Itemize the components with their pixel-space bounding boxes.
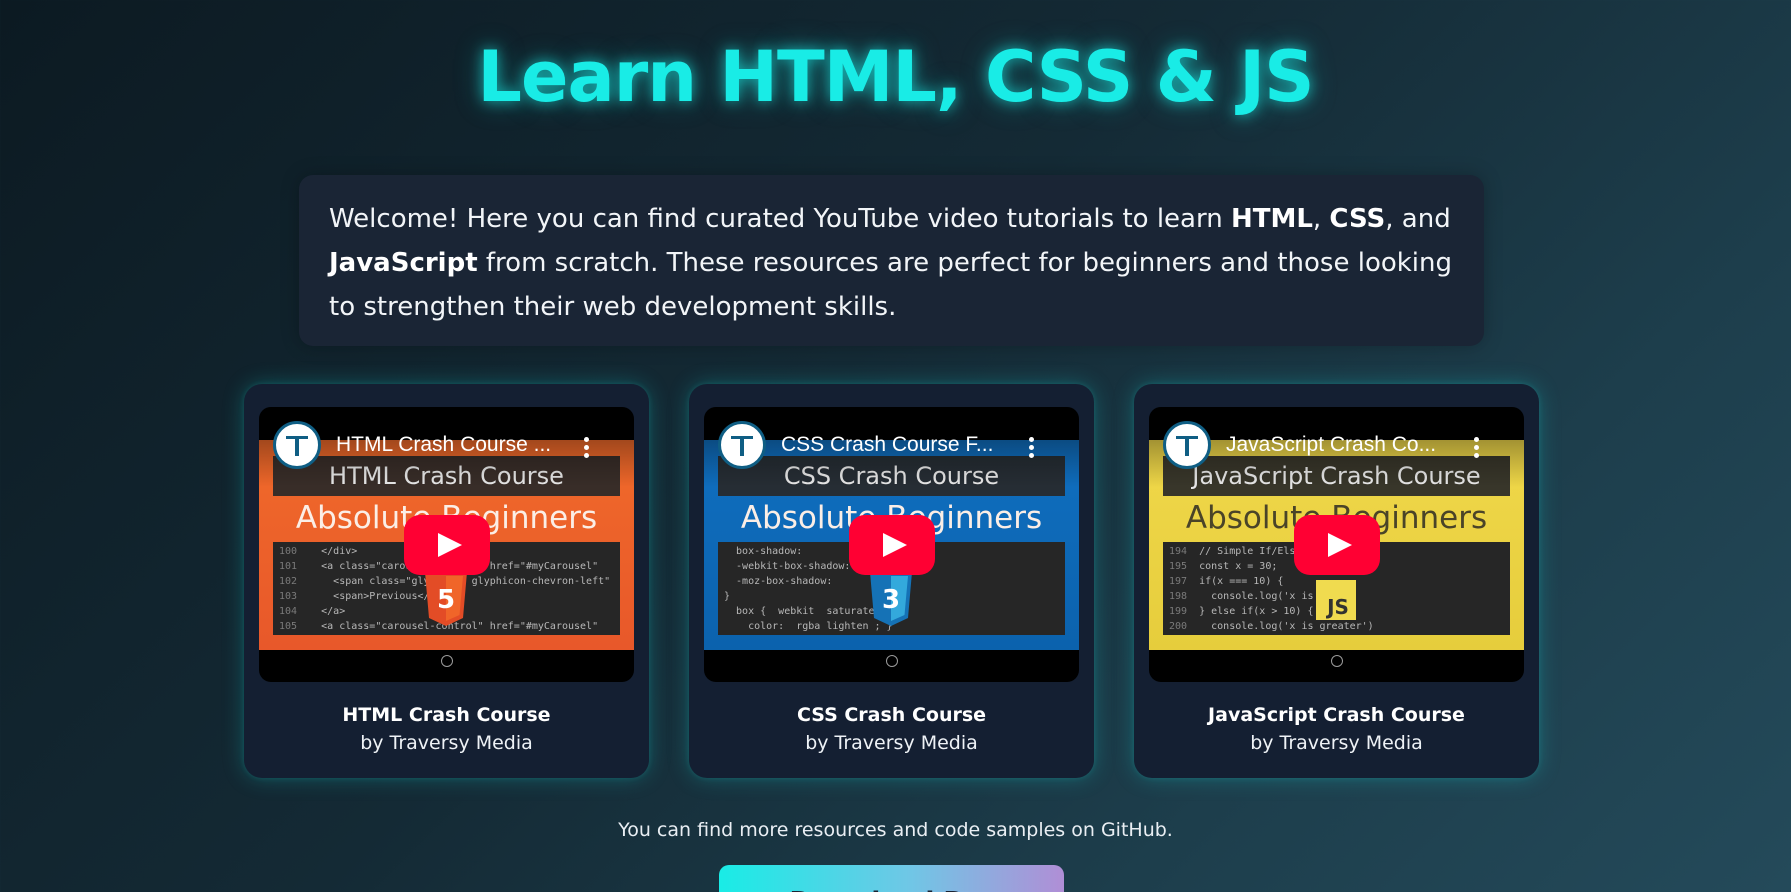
channel-avatar[interactable] [1163, 421, 1211, 469]
intro-separator: , and [1385, 204, 1451, 234]
svg-text:5: 5 [437, 585, 455, 615]
channel-avatar[interactable] [273, 421, 321, 469]
video-card-javascript: JavaScript Crash Course Absolute Beginne… [1134, 384, 1539, 778]
css3-logo-icon: 3 [870, 572, 912, 626]
card-author: by Traversy Media [360, 732, 533, 754]
play-button[interactable] [1294, 515, 1380, 575]
more-options-icon[interactable] [1029, 437, 1035, 459]
intro-panel: Welcome! Here you can find curated YouTu… [299, 175, 1484, 346]
video-card-css: CSS Crash Course Absolute Beginners box-… [689, 384, 1094, 778]
intro-css-keyword: CSS [1329, 204, 1386, 234]
html5-logo-icon: 5 [425, 572, 467, 626]
video-title-link[interactable]: CSS Crash Course F... [781, 433, 1001, 457]
card-title: JavaScript Crash Course [1208, 704, 1465, 726]
svg-text:JS: JS [1325, 595, 1349, 619]
card-title: HTML Crash Course [342, 704, 551, 726]
intro-html-keyword: HTML [1230, 204, 1313, 234]
download-button[interactable]: Download R... [719, 865, 1064, 892]
play-button[interactable] [849, 515, 935, 575]
footer-note: You can find more resources and code sam… [618, 819, 1173, 841]
channel-avatar[interactable] [718, 421, 766, 469]
play-button[interactable] [404, 515, 490, 575]
video-title-link[interactable]: JavaScript Crash Co... [1226, 433, 1446, 457]
intro-text-start: Welcome! Here you can find curated YouTu… [329, 204, 1231, 234]
svg-text:3: 3 [882, 585, 900, 615]
channel-watermark-icon [886, 655, 898, 667]
intro-js-keyword: JavaScript [329, 248, 478, 278]
more-options-icon[interactable] [584, 437, 590, 459]
page-title: Learn HTML, CSS & JS [477, 36, 1314, 118]
card-author: by Traversy Media [805, 732, 978, 754]
video-card-html: HTML Crash Course Absolute Beginners 100… [244, 384, 649, 778]
channel-watermark-icon [1331, 655, 1343, 667]
more-options-icon[interactable] [1474, 437, 1480, 459]
card-title: CSS Crash Course [796, 704, 987, 726]
card-author: by Traversy Media [1250, 732, 1423, 754]
intro-text-end: from scratch. These resources are perfec… [329, 248, 1453, 322]
video-title-link[interactable]: HTML Crash Course ... [336, 433, 556, 457]
video-player[interactable]: CSS Crash Course Absolute Beginners box-… [704, 407, 1079, 682]
channel-watermark-icon [441, 655, 453, 667]
intro-separator: , [1312, 204, 1330, 234]
video-player[interactable]: JavaScript Crash Course Absolute Beginne… [1149, 407, 1524, 682]
video-player[interactable]: HTML Crash Course Absolute Beginners 100… [259, 407, 634, 682]
javascript-logo-icon: JS [1316, 580, 1356, 620]
